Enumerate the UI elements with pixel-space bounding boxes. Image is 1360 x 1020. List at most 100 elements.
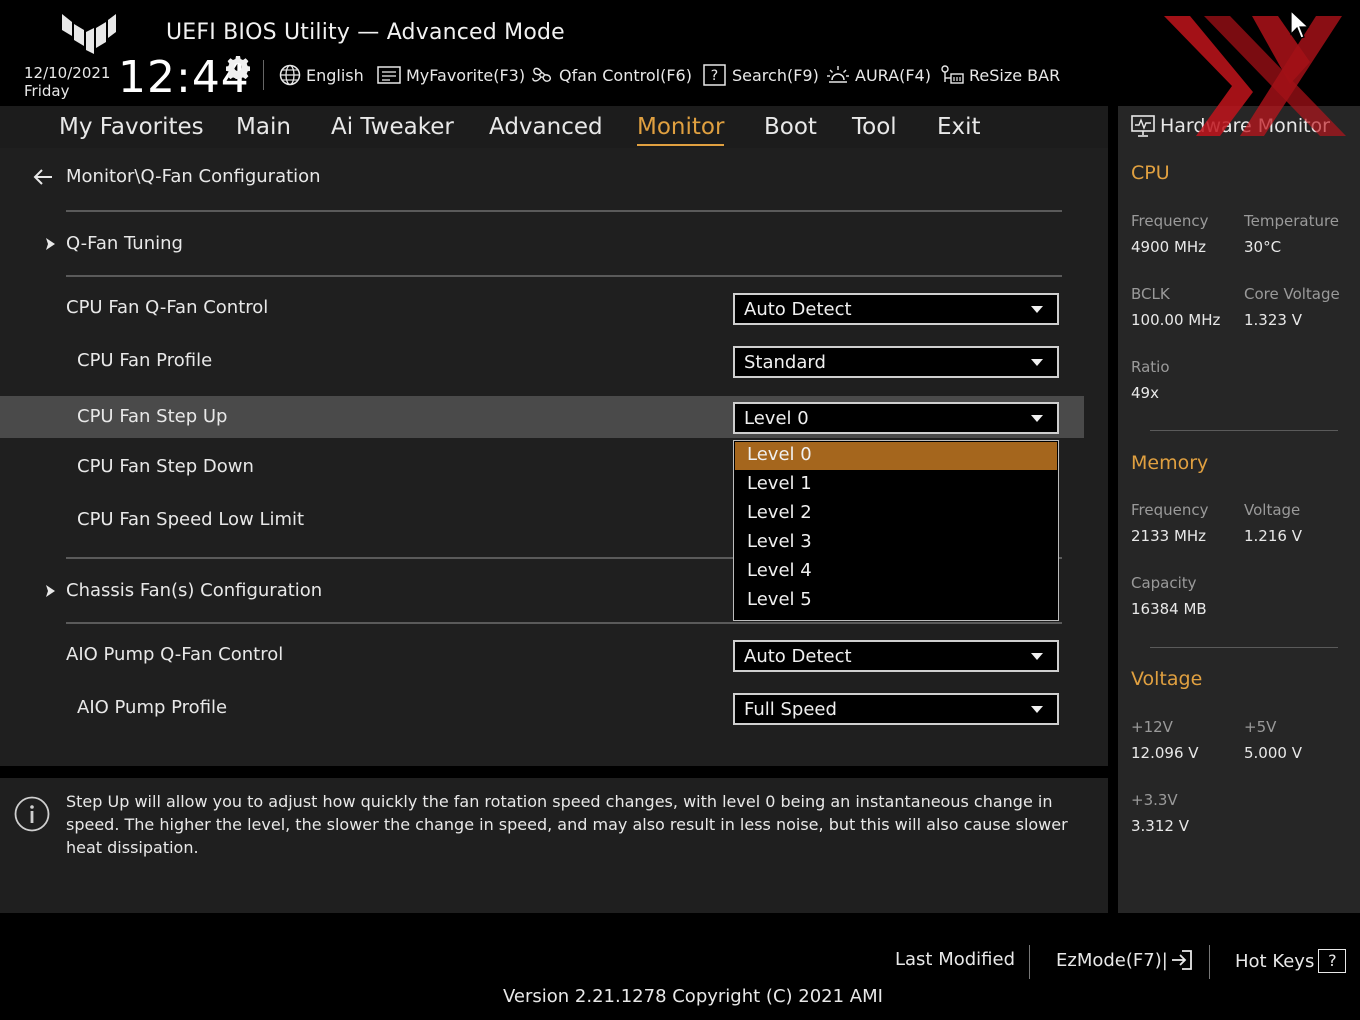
tuf-logo-icon [62,14,116,54]
search-label: Search(F9) [732,65,819,85]
dropdown-option-level-2[interactable]: Level 2 [735,500,1057,528]
hw-capacity-label: Capacity [1131,574,1197,592]
resize-bar-button[interactable]: ReSize BAR [940,63,1060,87]
last-modified-button[interactable]: Last Modified [895,949,1015,970]
main-nav: My Favorites Main Ai Tweaker Advanced Mo… [0,106,1108,148]
cpu-fan-profile-label: CPU Fan Profile [77,350,213,371]
caret-down-icon [1031,306,1043,313]
dropdown-option-level-5[interactable]: Level 5 [735,587,1057,615]
caret-down-icon [1031,359,1043,366]
resize-bar-label: ReSize BAR [969,65,1061,85]
hw-33v-label: +3.3V [1131,791,1178,809]
my-favorite-button[interactable]: MyFavorite(F3) [377,63,525,87]
app-title: UEFI BIOS Utility — Advanced Mode [166,20,565,45]
cpu-fan-speed-low-limit-label: CPU Fan Speed Low Limit [77,509,305,530]
caret-down-icon [1031,706,1043,713]
hw-core-voltage-value: 1.323 V [1244,311,1302,329]
cpu-fan-qfan-control-select[interactable]: Auto Detect [733,293,1059,325]
cpu-fan-profile-select[interactable]: Standard [733,346,1059,378]
divider [66,275,1062,277]
aura-label: AURA(F4) [855,65,931,85]
hw-cpu-temperature-label: Temperature [1244,212,1340,230]
monitor-icon [1131,115,1155,137]
hw-bclk-value: 100.00 MHz [1131,311,1221,329]
footer-bar: Last Modified EzMode(F7)| Hot Keys ? Ver… [0,913,1360,1020]
dropdown-option-level-1[interactable]: Level 1 [735,471,1057,499]
hw-mem-frequency-label: Frequency [1131,501,1209,519]
section-q-fan-tuning[interactable]: Q-Fan Tuning [0,223,1084,265]
hw-ratio-label: Ratio [1131,358,1170,376]
hw-12v-label: +12V [1131,718,1173,736]
select-value: Auto Detect [744,646,852,667]
cpu-fan-step-down-label: CPU Fan Step Down [77,456,254,477]
hw-5v-label: +5V [1244,718,1277,736]
language-button[interactable]: English [279,63,364,87]
hardware-monitor-panel: Hardware Monitor CPU Frequency 4900 MHz … [1118,106,1360,913]
row-aio-pump-profile: AIO Pump Profile Full Speed [0,687,1084,729]
hw-cpu-frequency-label: Frequency [1131,212,1209,230]
tab-tool[interactable]: Tool [852,114,897,140]
aura-button[interactable]: AURA(F4) [826,63,931,87]
tab-my-favorites[interactable]: My Favorites [59,114,204,140]
hot-keys-button[interactable]: Hot Keys ? [1235,949,1347,973]
q-fan-tuning-label: Q-Fan Tuning [66,233,183,254]
svg-text:?: ? [711,68,718,84]
header-divider [263,60,264,90]
aio-pump-qfan-control-select[interactable]: Auto Detect [733,640,1059,672]
search-button[interactable]: ? Search(F9) [703,63,819,87]
aio-pump-profile-select[interactable]: Full Speed [733,693,1059,725]
step-up-dropdown-list: Level 0 Level 1 Level 2 Level 3 Level 4 … [733,440,1059,621]
tab-main[interactable]: Main [236,114,291,140]
hw-33v-value: 3.312 V [1131,817,1189,835]
clock-settings-gear-icon[interactable] [226,55,250,79]
row-cpu-fan-profile: CPU Fan Profile Standard [0,340,1084,382]
ezmode-label: EzMode(F7)| [1056,949,1168,971]
select-value: Standard [744,352,826,373]
hw-bclk-label: BCLK [1131,285,1170,303]
qfan-control-label: Qfan Control(F6) [559,65,692,85]
tab-exit[interactable]: Exit [937,114,981,140]
cpu-fan-step-up-select[interactable]: Level 0 [733,402,1059,434]
hw-cpu-temperature-value: 30°C [1244,238,1282,256]
chevron-right-icon [46,238,55,250]
exit-to-ezmode-icon [1171,950,1192,970]
info-icon [14,796,50,832]
tab-advanced[interactable]: Advanced [489,114,603,140]
cpu-fan-qfan-control-label: CPU Fan Q-Fan Control [66,297,269,318]
hw-core-voltage-label: Core Voltage [1244,285,1340,303]
dropdown-option-level-4[interactable]: Level 4 [735,558,1057,586]
tab-boot[interactable]: Boot [764,114,817,140]
language-label: English [306,65,364,85]
breadcrumb: Monitor\Q-Fan Configuration [32,166,321,187]
hw-mem-voltage-label: Voltage [1244,501,1301,519]
aio-pump-profile-label: AIO Pump Profile [77,697,228,718]
header-bar: UEFI BIOS Utility — Advanced Mode 12/10/… [0,0,1360,106]
tab-monitor[interactable]: Monitor [637,114,725,146]
hw-mem-voltage-value: 1.216 V [1244,527,1302,545]
aio-pump-qfan-control-label: AIO Pump Q-Fan Control [66,644,284,665]
tab-ai-tweaker[interactable]: Ai Tweaker [331,114,454,140]
version-text: Version 2.21.1278 Copyright (C) 2021 AMI [503,986,883,1007]
qfan-control-button[interactable]: Qfan Control(F6) [530,63,692,87]
hw-monitor-title-text: Hardware Monitor [1160,115,1330,137]
breadcrumb-path: Monitor\Q-Fan Configuration [66,166,321,187]
help-text: Step Up will allow you to adjust how qui… [66,792,1068,857]
dropdown-option-level-0[interactable]: Level 0 [735,442,1057,470]
hw-mem-frequency-value: 2133 MHz [1131,527,1207,545]
hw-divider [1150,430,1338,431]
hw-5v-value: 5.000 V [1244,744,1302,762]
hw-monitor-title: Hardware Monitor [1130,114,1330,138]
hw-capacity-value: 16384 MB [1131,600,1207,618]
divider [66,210,1062,212]
globe-icon [279,64,301,86]
aura-light-icon [827,66,849,83]
row-aio-pump-qfan-control: AIO Pump Q-Fan Control Auto Detect [0,634,1084,676]
dropdown-option-level-3[interactable]: Level 3 [735,529,1057,557]
ezmode-button[interactable]: EzMode(F7)| [1056,949,1194,971]
hot-keys-label: Hot Keys [1235,950,1315,972]
back-arrow-icon[interactable] [32,168,54,186]
footer-divider [1209,945,1210,979]
row-cpu-fan-qfan-control: CPU Fan Q-Fan Control Auto Detect [0,287,1084,329]
hw-12v-value: 12.096 V [1131,744,1199,762]
hw-memory-heading: Memory [1131,452,1209,474]
